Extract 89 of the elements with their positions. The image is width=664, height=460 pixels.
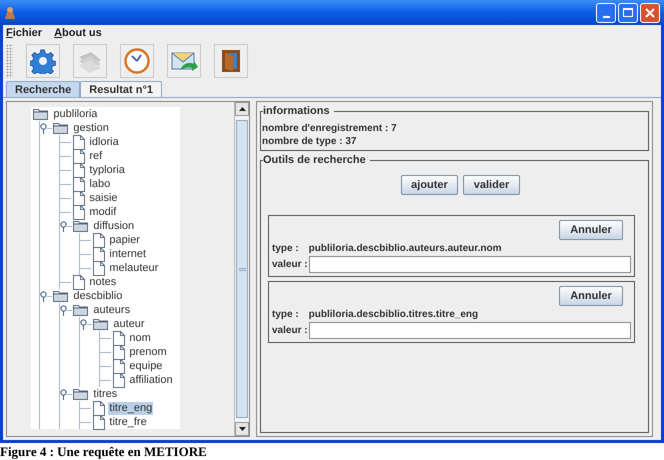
value-label: valeur :: [272, 324, 308, 337]
tree-item[interactable]: descbiblio: [72, 290, 124, 302]
tree-item[interactable]: gestion: [72, 122, 110, 134]
tree-item[interactable]: saisie: [88, 192, 119, 204]
tree-item[interactable]: titre_eng: [108, 402, 154, 414]
document-icon: [93, 260, 106, 276]
collapse-handle-icon[interactable]: [60, 304, 68, 316]
document-icon: [93, 232, 106, 248]
value-field[interactable]: [308, 322, 631, 339]
value-label: valeur :: [272, 258, 308, 271]
tree-item[interactable]: titre_fre: [108, 416, 148, 428]
collapse-handle-icon[interactable]: [60, 220, 68, 232]
document-icon: [73, 274, 86, 290]
tree-item[interactable]: typloria: [88, 164, 126, 176]
document-icon: [113, 330, 126, 346]
tree-item[interactable]: labo: [88, 178, 112, 190]
app-icon: [4, 6, 16, 20]
type-value: publiloria.descbiblio.titres.titre_eng: [308, 308, 478, 321]
document-icon: [73, 176, 86, 192]
document-icon: [113, 358, 126, 374]
up-arrow-icon: [238, 107, 246, 111]
collapse-handle-icon[interactable]: [60, 388, 68, 400]
document-icon: [73, 204, 86, 220]
tree-item[interactable]: nom: [128, 332, 152, 344]
document-icon: [93, 400, 106, 416]
collapse-handle-icon[interactable]: [80, 318, 88, 330]
folder-icon: [73, 388, 90, 400]
value-field[interactable]: [308, 256, 631, 273]
collapse-handle-icon[interactable]: [40, 290, 48, 302]
document-icon: [73, 148, 86, 164]
collapse-handle-icon[interactable]: [40, 122, 48, 134]
tab[interactable]: Resultat n°1: [80, 81, 162, 97]
tree-item[interactable]: equipe: [128, 360, 164, 372]
tree-item[interactable]: publiloria: [52, 108, 98, 120]
tree-item[interactable]: titres: [92, 388, 118, 400]
scroll-up-button[interactable]: [235, 102, 249, 116]
folder-icon: [33, 108, 50, 120]
tree-item[interactable]: idloria: [88, 136, 120, 148]
document-icon: [93, 246, 106, 262]
scroll-thumb[interactable]: [236, 120, 248, 418]
action-button[interactable]: ajouter: [401, 175, 458, 195]
clock-icon: [124, 48, 150, 74]
toolbar-button[interactable]: [167, 44, 201, 78]
folder-icon: [53, 290, 70, 302]
folder-icon: [53, 122, 70, 134]
tree-item[interactable]: notes: [88, 276, 118, 288]
toolbar-grip[interactable]: [6, 44, 13, 78]
tree-item[interactable]: affiliation: [128, 374, 174, 386]
tree-item[interactable]: prenom: [128, 346, 168, 358]
scroll-down-button[interactable]: [235, 422, 249, 436]
figure-caption: Figure 4 : Une requête en METIORE: [0, 443, 208, 460]
action-button[interactable]: valider: [463, 175, 520, 195]
down-arrow-icon: [238, 427, 246, 431]
gear-icon: [30, 48, 56, 74]
tree-item[interactable]: melauteur: [108, 262, 160, 274]
cancel-button[interactable]: Annuler: [559, 220, 623, 240]
minimize-button[interactable]: [596, 2, 616, 22]
menu-item[interactable]: About us: [54, 24, 102, 42]
tree-item[interactable]: internet: [108, 248, 148, 260]
menu-item[interactable]: Fichier: [6, 24, 42, 42]
type-label: type :: [272, 308, 299, 321]
type-label: type :: [272, 242, 299, 255]
close-button[interactable]: [640, 2, 660, 22]
document-icon: [113, 372, 126, 388]
cancel-button[interactable]: Annuler: [559, 286, 623, 306]
toolbar-button[interactable]: [26, 44, 60, 78]
folder-icon: [93, 318, 110, 330]
toolbar-button[interactable]: [120, 44, 154, 78]
info-text: nombre d'enregistrement : 7: [262, 122, 398, 135]
info-text: nombre de type : 37: [262, 135, 358, 148]
folder-icon: [73, 304, 90, 316]
document-icon: [113, 344, 126, 360]
document-icon: [73, 134, 86, 150]
document-icon: [73, 190, 86, 206]
document-icon: [73, 162, 86, 178]
tab[interactable]: Recherche: [6, 81, 80, 97]
toolbar-button[interactable]: [214, 44, 248, 78]
tree-item[interactable]: auteur: [112, 318, 146, 330]
tree-item[interactable]: papier: [108, 234, 141, 246]
tree-item[interactable]: modif: [88, 206, 118, 218]
door-icon: [220, 48, 242, 74]
close-icon: [645, 8, 655, 18]
scrollbar[interactable]: [234, 102, 249, 436]
type-value: publiloria.descbiblio.auteurs.auteur.nom: [308, 242, 502, 255]
tree-item[interactable]: ref: [88, 150, 104, 162]
tree-item[interactable]: diffusion: [92, 220, 136, 232]
tree-item[interactable]: auteurs: [92, 304, 132, 316]
folder-icon: [73, 220, 90, 232]
maximize-button[interactable]: [618, 2, 638, 22]
